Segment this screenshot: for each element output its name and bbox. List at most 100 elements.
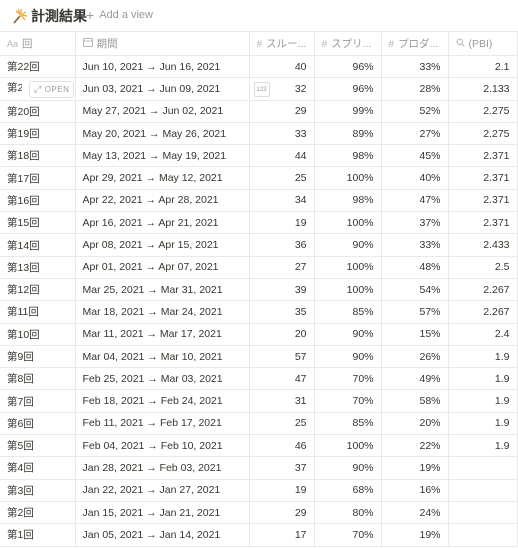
cell-throughput[interactable]: 25 <box>249 412 315 436</box>
table-row[interactable]: 第11回 Mar 18, 2021 → Mar 24, 2021 35 85% 57% 2… <box>0 300 518 324</box>
table-row[interactable]: 第4回 Jan 28, 2021 → Feb 03, 2021 37 90% 19% <box>0 456 518 480</box>
cell-period[interactable]: Apr 29, 2021 → May 12, 2021 <box>75 166 250 190</box>
open-row-button[interactable]: ⤢ OPEN <box>29 81 74 99</box>
table-row[interactable]: 第10回 Mar 11, 2021 → Mar 17, 2021 20 90% 15% 2… <box>0 323 518 346</box>
cell-product[interactable]: 52% <box>381 100 449 123</box>
cell-sprint[interactable]: 70% <box>314 367 382 391</box>
cell-product[interactable]: 16% <box>381 479 449 502</box>
cell-product[interactable]: 48% <box>381 256 449 279</box>
cell-product[interactable]: 28% <box>381 77 449 101</box>
cell-throughput[interactable]: 57 <box>249 345 315 369</box>
cell-product[interactable]: 19% <box>381 523 449 547</box>
cell-name[interactable]: 第22回 <box>0 55 76 79</box>
cell-sprint[interactable]: 100% <box>314 434 382 458</box>
cell-name[interactable]: 第16回 <box>0 189 76 213</box>
cell-name[interactable]: 第17回 <box>0 166 76 190</box>
column-header-product[interactable]: # プロダ... <box>381 31 449 56</box>
cell-sprint[interactable]: 90% <box>314 233 382 257</box>
cell-throughput[interactable]: 33 <box>249 122 315 146</box>
cell-pbi[interactable]: 1.9 <box>448 389 518 413</box>
table-row[interactable]: 第21回 ⤢OPEN Jun 03, 2021 → Jun 09, 2021 32 12… <box>0 77 518 101</box>
cell-period[interactable]: Apr 16, 2021 → Apr 21, 2021 <box>75 211 250 235</box>
cell-name[interactable]: 第20回 <box>0 100 76 123</box>
table-row[interactable]: 第13回 Apr 01, 2021 → Apr 07, 2021 27 100% 48%… <box>0 256 518 279</box>
cell-pbi[interactable] <box>448 456 518 480</box>
table-row[interactable]: 第9回 Mar 04, 2021 → Mar 10, 2021 57 90% 26% 1.… <box>0 345 518 369</box>
cell-sprint[interactable]: 70% <box>314 389 382 413</box>
cell-product[interactable]: 33% <box>381 55 449 79</box>
cell-pbi[interactable]: 2.433 <box>448 233 518 257</box>
table-row[interactable]: 第22回 Jun 10, 2021 → Jun 16, 2021 40 96% 33% 2… <box>0 55 518 79</box>
cell-period[interactable]: Feb 11, 2021 → Feb 17, 2021 <box>75 412 250 436</box>
cell-sprint[interactable]: 96% <box>314 77 382 101</box>
cell-pbi[interactable]: 2.5 <box>448 256 518 279</box>
cell-product[interactable]: 54% <box>381 278 449 302</box>
cell-sprint[interactable]: 100% <box>314 278 382 302</box>
cell-product[interactable]: 40% <box>381 166 449 190</box>
cell-sprint[interactable]: 100% <box>314 211 382 235</box>
cell-period[interactable]: May 27, 2021 → Jun 02, 2021 <box>75 100 250 123</box>
number-format-badge[interactable]: 123 <box>253 82 270 98</box>
cell-product[interactable]: 20% <box>381 412 449 436</box>
cell-name[interactable]: 第15回 <box>0 211 76 235</box>
cell-pbi[interactable]: 2.1 <box>448 55 518 79</box>
cell-name[interactable]: 第19回 <box>0 122 76 146</box>
cell-period[interactable]: Mar 25, 2021 → Mar 31, 2021 <box>75 278 250 302</box>
cell-sprint[interactable]: 90% <box>314 323 382 346</box>
cell-throughput[interactable]: 19 <box>249 211 315 235</box>
cell-product[interactable]: 58% <box>381 389 449 413</box>
cell-pbi[interactable]: 2.267 <box>448 278 518 302</box>
cell-name[interactable]: 第4回 <box>0 456 76 480</box>
cell-product[interactable]: 27% <box>381 122 449 146</box>
cell-pbi[interactable]: 2.4 <box>448 323 518 346</box>
cell-throughput[interactable]: 31 <box>249 389 315 413</box>
table-row[interactable]: 第7回 Feb 18, 2021 → Feb 24, 2021 31 70% 58% 1.… <box>0 389 518 413</box>
cell-throughput[interactable]: 47 <box>249 367 315 391</box>
cell-pbi[interactable]: 1.9 <box>448 345 518 369</box>
cell-sprint[interactable]: 85% <box>314 412 382 436</box>
cell-period[interactable]: Mar 18, 2021 → Mar 24, 2021 <box>75 300 250 324</box>
cell-period[interactable]: Jun 10, 2021 → Jun 16, 2021 <box>75 55 250 79</box>
cell-throughput[interactable]: 29 <box>249 501 315 525</box>
cell-name[interactable]: 第9回 <box>0 345 76 369</box>
cell-product[interactable]: 22% <box>381 434 449 458</box>
cell-name[interactable]: 第6回 <box>0 412 76 436</box>
cell-throughput[interactable]: 25 <box>249 166 315 190</box>
cell-period[interactable]: Apr 22, 2021 → Apr 28, 2021 <box>75 189 250 213</box>
cell-throughput[interactable]: 44 <box>249 144 315 168</box>
cell-period[interactable]: May 20, 2021 → May 26, 2021 <box>75 122 250 146</box>
table-row[interactable]: 第18回 May 13, 2021 → May 19, 2021 44 98% 45% 2… <box>0 144 518 168</box>
table-row[interactable]: 第16回 Apr 22, 2021 → Apr 28, 2021 34 98% 47% 2… <box>0 189 518 213</box>
column-header-name[interactable]: Aa 回 <box>0 31 76 56</box>
column-header-pbi[interactable]: (PBI) <box>448 31 518 56</box>
cell-sprint[interactable]: 99% <box>314 100 382 123</box>
cell-period[interactable]: Mar 11, 2021 → Mar 17, 2021 <box>75 323 250 346</box>
cell-sprint[interactable]: 98% <box>314 189 382 213</box>
cell-throughput[interactable]: 34 <box>249 189 315 213</box>
cell-product[interactable]: 24% <box>381 501 449 525</box>
table-row[interactable]: 第3回 Jan 22, 2021 → Jan 27, 2021 19 68% 16% <box>0 479 518 502</box>
cell-period[interactable]: Apr 01, 2021 → Apr 07, 2021 <box>75 256 250 279</box>
cell-throughput[interactable]: 19 <box>249 479 315 502</box>
table-row[interactable]: 第6回 Feb 11, 2021 → Feb 17, 2021 25 85% 20% 1.… <box>0 412 518 436</box>
cell-name[interactable]: 第21回 ⤢OPEN <box>0 77 76 101</box>
cell-throughput[interactable]: 17 <box>249 523 315 547</box>
cell-period[interactable]: Apr 08, 2021 → Apr 15, 2021 <box>75 233 250 257</box>
cell-product[interactable]: 15% <box>381 323 449 346</box>
cell-product[interactable]: 49% <box>381 367 449 391</box>
cell-product[interactable]: 33% <box>381 233 449 257</box>
cell-throughput[interactable]: 27 <box>249 256 315 279</box>
cell-product[interactable]: 45% <box>381 144 449 168</box>
table-row[interactable]: 第1回 Jan 05, 2021 → Jan 14, 2021 17 70% 19% <box>0 523 518 547</box>
table-row[interactable]: 第5回 Feb 04, 2021 → Feb 10, 2021 46 100% 22% 1… <box>0 434 518 458</box>
cell-sprint[interactable]: 98% <box>314 144 382 168</box>
cell-pbi[interactable]: 2.371 <box>448 189 518 213</box>
cell-sprint[interactable]: 90% <box>314 345 382 369</box>
cell-pbi[interactable]: 2.275 <box>448 122 518 146</box>
table-row[interactable]: 第2回 Jan 15, 2021 → Jan 21, 2021 29 80% 24% <box>0 501 518 525</box>
cell-sprint[interactable]: 89% <box>314 122 382 146</box>
cell-sprint[interactable]: 80% <box>314 501 382 525</box>
cell-throughput[interactable]: 32 123 <box>249 77 315 101</box>
cell-throughput[interactable]: 46 <box>249 434 315 458</box>
cell-pbi[interactable] <box>448 523 518 547</box>
